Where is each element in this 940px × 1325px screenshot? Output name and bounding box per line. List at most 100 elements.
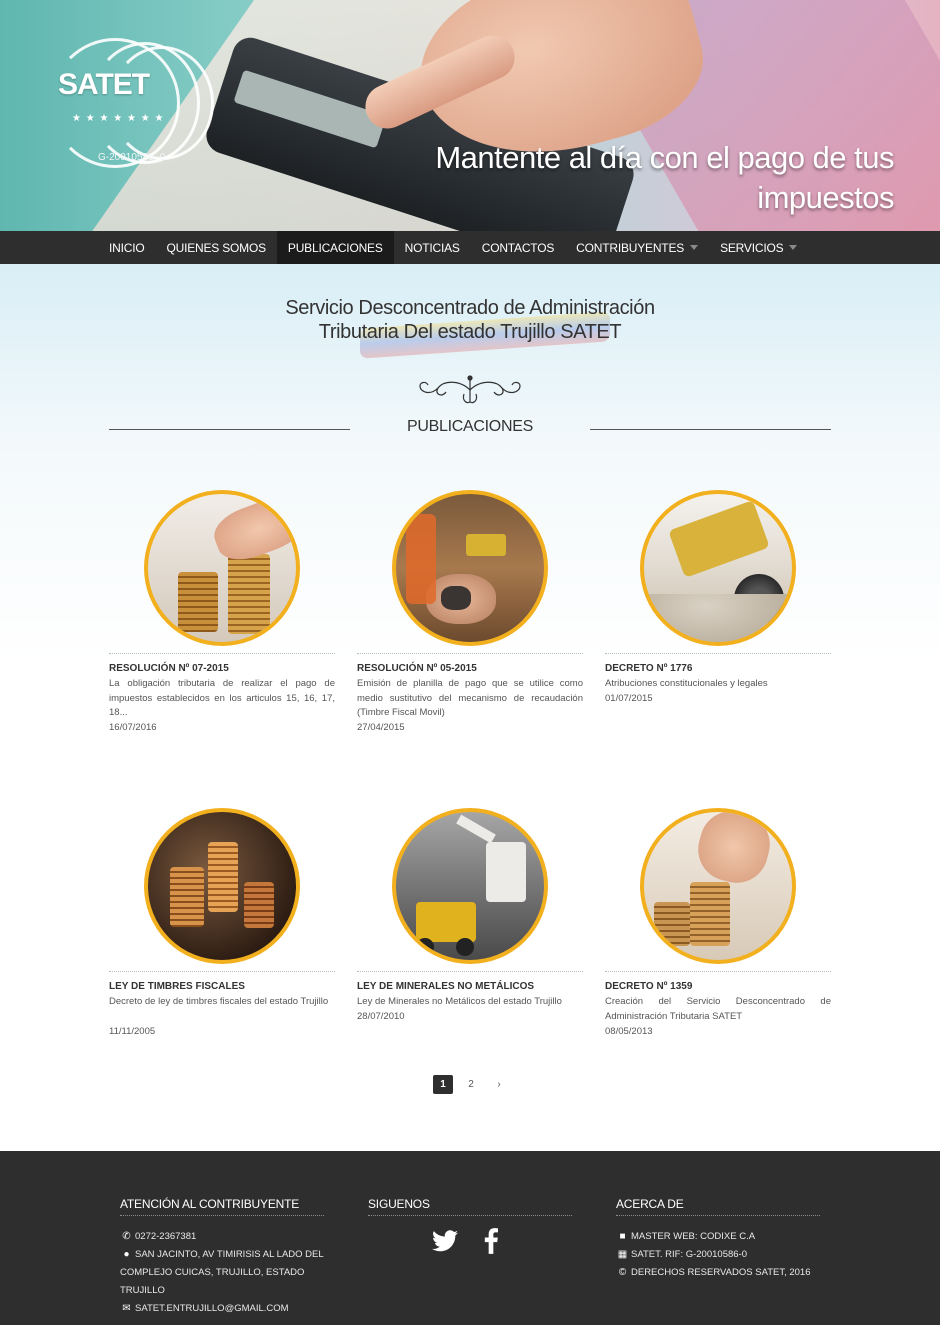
page-title: Servicio Desconcentrado de Administració… — [220, 296, 720, 344]
card-title[interactable]: LEY DE MINERALES NO METÁLICOS — [357, 981, 534, 992]
publication-thumbnail[interactable] — [392, 808, 548, 964]
card-separator — [357, 971, 583, 972]
envelope-icon: ✉ — [122, 1303, 131, 1314]
nav-label: CONTACTOS — [481, 240, 555, 255]
nav-label: CONTRIBUYENTES — [576, 240, 685, 255]
publication-card[interactable]: RESOLUCIÓN Nº 05-2015 Emisión de planill… — [357, 490, 583, 740]
ornament-icon — [419, 375, 521, 404]
nav-label: PUBLICACIONES — [287, 240, 383, 255]
logo-arc-2 — [110, 46, 214, 160]
footer-master-row: ■ MASTER WEB: CODIXE C.A — [616, 1228, 820, 1246]
briefcase-icon: ■ — [619, 1231, 626, 1242]
footer-social: SIGUENOS — [368, 1197, 572, 1216]
card-separator — [605, 971, 831, 972]
copyright-icon: © — [618, 1267, 627, 1278]
card-separator — [605, 653, 831, 654]
banner-tagline: Mantente al día con el pago de tus impue… — [435, 140, 894, 215]
publication-card[interactable]: RESOLUCIÓN Nº 07-2015 La obligación trib… — [109, 490, 335, 740]
card-date: 08/05/2013 — [605, 1026, 653, 1037]
footer-contact: ATENCIÓN AL CONTRIBUYENTE ✆ 0272-2367381… — [120, 1197, 324, 1318]
logo-stars-icon: ★ ★ ★ ★ ★ ★ ★ — [72, 113, 165, 124]
publication-thumbnail[interactable] — [392, 490, 548, 646]
publication-card[interactable]: DECRETO Nº 1776 Atribuciones constitucio… — [605, 490, 831, 740]
footer-master: MASTER WEB: CODIXE C.A — [631, 1231, 756, 1242]
nav-item-quienes-somos[interactable]: QUIENES SOMOS — [155, 231, 276, 264]
publication-thumbnail[interactable] — [144, 808, 300, 964]
logo-rif: G-20010586- 0 — [98, 152, 166, 163]
footer-heading: ACERCA DE — [616, 1197, 820, 1216]
footer-address-row: ● SAN JACINTO, AV TIMIRISIS AL LADO DEL — [120, 1246, 324, 1264]
card-title[interactable]: DECRETO Nº 1359 — [605, 981, 692, 992]
publication-thumbnail[interactable] — [640, 490, 796, 646]
footer-email-row: ✉ SATET.ENTRUJILLO@GMAIL.COM — [120, 1300, 324, 1318]
card-title[interactable]: DECRETO Nº 1776 — [605, 663, 692, 674]
card-description: Emisión de planilla de pago que se utili… — [357, 678, 583, 718]
publication-card[interactable]: LEY DE TIMBRES FISCALES Decreto de ley d… — [109, 808, 335, 1048]
nav-label: QUIENES SOMOS — [166, 240, 266, 255]
footer-rights-row: © DERECHOS RESERVADOS SATET, 2016 — [616, 1264, 820, 1282]
footer-about: ACERCA DE ■ MASTER WEB: CODIXE C.A ▦ SAT… — [616, 1197, 820, 1282]
logo-wordmark: SATET — [58, 68, 150, 101]
publication-card[interactable]: DECRETO Nº 1359 Creación del Servicio De… — [605, 808, 831, 1048]
card-separator — [109, 971, 335, 972]
footer-heading: ATENCIÓN AL CONTRIBUYENTE — [120, 1197, 324, 1216]
card-description: Decreto de ley de timbres fiscales del e… — [109, 996, 329, 1007]
page-1-button[interactable]: 1 — [433, 1075, 453, 1094]
card-separator — [357, 653, 583, 654]
nav-item-contribuyentes[interactable]: CONTRIBUYENTES — [565, 231, 709, 264]
next-page-button[interactable]: › — [489, 1075, 509, 1094]
footer-address-line2: COMPLEJO CUICAS, TRUJILLO, ESTADO TRUJIL… — [120, 1267, 305, 1296]
nav-item-inicio[interactable]: INICIO — [98, 231, 155, 264]
publication-thumbnail[interactable] — [640, 808, 796, 964]
section-label: PUBLICACIONES — [407, 418, 533, 435]
footer-rif-row: ▦ SATET. RIF: G-20010586-0 — [616, 1246, 820, 1264]
card-date: 27/04/2015 — [357, 722, 405, 733]
nav-item-noticias[interactable]: NOTICIAS — [394, 231, 471, 264]
card-date: 16/07/2016 — [109, 722, 157, 733]
twitter-icon[interactable] — [432, 1230, 458, 1252]
card-date: 01/07/2015 — [605, 693, 653, 704]
footer-address-line1: SAN JACINTO, AV TIMIRISIS AL LADO DEL — [135, 1249, 324, 1260]
card-description: Ley de Minerales no Metálicos del estado… — [357, 996, 562, 1007]
card-separator — [109, 653, 335, 654]
card-description: Creación del Servicio Desconcentrado de … — [605, 996, 831, 1022]
facebook-icon[interactable] — [484, 1228, 498, 1254]
nav-label: NOTICIAS — [404, 240, 460, 255]
footer-email[interactable]: SATET.ENTRUJILLO@GMAIL.COM — [135, 1300, 289, 1318]
phone-icon: ✆ — [122, 1231, 131, 1242]
pagination: 1 2 › — [433, 1075, 509, 1094]
page-title-line1: Servicio Desconcentrado de Administració… — [285, 297, 655, 319]
nav-item-publicaciones[interactable]: PUBLICACIONES — [276, 231, 394, 264]
publication-thumbnail[interactable] — [144, 490, 300, 646]
page-title-line2: Tributaria Del estado Trujillo SATET — [318, 321, 622, 343]
building-icon: ▦ — [617, 1249, 628, 1260]
card-description: Atribuciones constitucionales y legales — [605, 678, 768, 689]
map-marker-icon: ● — [123, 1249, 130, 1260]
social-icons — [432, 1228, 498, 1254]
page-2-button[interactable]: 2 — [461, 1075, 481, 1094]
satet-logo[interactable]: SATET ★ ★ ★ ★ ★ ★ ★ G-20010586- 0 — [50, 38, 220, 168]
card-title[interactable]: RESOLUCIÓN Nº 05-2015 — [357, 663, 477, 674]
card-date: 11/11/2005 — [109, 1026, 156, 1037]
nav-label: INICIO — [109, 240, 145, 255]
card-title[interactable]: RESOLUCIÓN Nº 07-2015 — [109, 663, 229, 674]
header-banner: SATET ★ ★ ★ ★ ★ ★ ★ G-20010586- 0 Manten… — [0, 0, 940, 231]
divider-line — [590, 429, 831, 430]
card-description: La obligación tributaria de realizar el … — [109, 678, 335, 718]
footer-address-row-2: COMPLEJO CUICAS, TRUJILLO, ESTADO TRUJIL… — [120, 1264, 324, 1300]
nav-item-contactos[interactable]: CONTACTOS — [471, 231, 565, 264]
nav-item-servicios[interactable]: SERVICIOS — [709, 231, 808, 264]
publication-card[interactable]: LEY DE MINERALES NO METÁLICOS Ley de Min… — [357, 808, 583, 1048]
card-date: 28/07/2010 — [357, 1011, 405, 1022]
nav-label: SERVICIOS — [720, 240, 784, 255]
footer-heading: SIGUENOS — [368, 1197, 572, 1216]
footer-phone-row: ✆ 0272-2367381 — [120, 1228, 324, 1246]
section-heading: PUBLICACIONES — [109, 414, 831, 442]
main-nav: INICIO QUIENES SOMOS PUBLICACIONES NOTIC… — [0, 231, 940, 264]
caret-down-icon — [789, 245, 798, 250]
card-title[interactable]: LEY DE TIMBRES FISCALES — [109, 981, 245, 992]
footer-phone[interactable]: 0272-2367381 — [135, 1228, 196, 1246]
footer-rights: DERECHOS RESERVADOS SATET, 2016 — [631, 1267, 811, 1278]
footer-rif: SATET. RIF: G-20010586-0 — [631, 1249, 747, 1260]
caret-down-icon — [690, 245, 699, 250]
